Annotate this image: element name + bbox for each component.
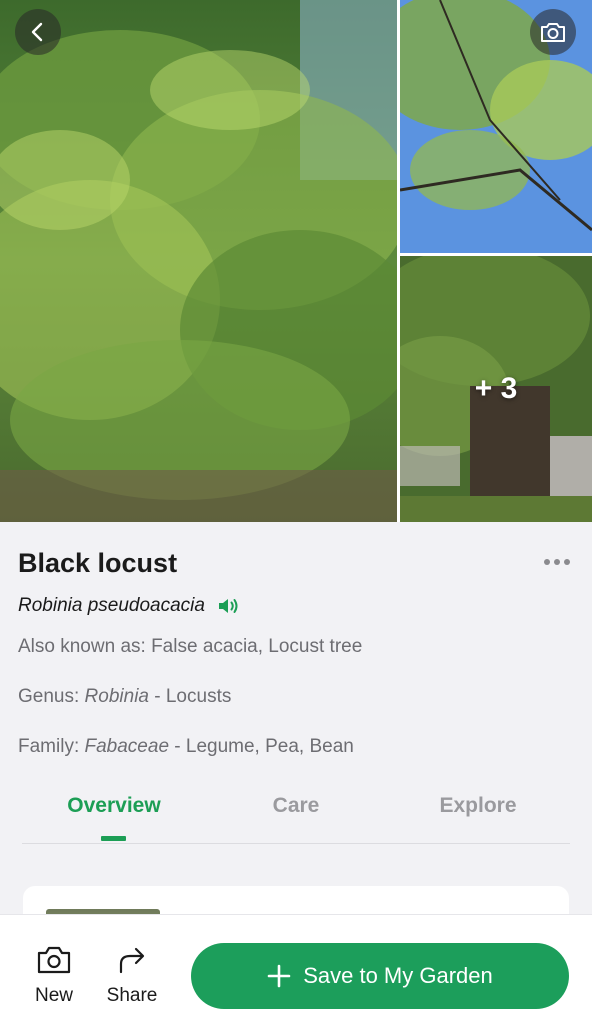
- speaker-icon[interactable]: [217, 596, 241, 616]
- back-button[interactable]: [15, 9, 61, 55]
- thumbnail-photo-2[interactable]: + 3: [400, 256, 592, 522]
- more-photos-count[interactable]: + 3: [400, 256, 592, 522]
- tab-explore[interactable]: Explore: [439, 794, 516, 818]
- section-tabs: Overview Care Explore: [22, 790, 570, 844]
- camera-icon: [541, 23, 565, 42]
- active-tab-indicator: [101, 836, 126, 841]
- plant-common-name: Black locust: [18, 548, 178, 578]
- save-to-garden-button[interactable]: Save to My Garden: [191, 943, 569, 1009]
- also-known-as: Also known as: False acacia, Locust tree: [18, 636, 363, 657]
- plus-icon: [267, 964, 291, 988]
- scientific-name: Robinia pseudoacacia: [18, 595, 205, 616]
- save-label: Save to My Garden: [303, 963, 493, 988]
- more-options-button[interactable]: [540, 552, 574, 572]
- family-name: Fabaceae: [84, 736, 170, 757]
- more-horizontal-icon: [544, 559, 550, 565]
- camera-button[interactable]: [530, 9, 576, 55]
- share-button[interactable]: Share: [100, 945, 164, 1007]
- new-label: New: [34, 985, 73, 1006]
- scientific-name-row: Robinia pseudoacacia: [18, 595, 241, 617]
- camera-icon: [37, 946, 71, 974]
- bottom-action-bar: New Share Save to My Garden: [0, 914, 592, 1024]
- tab-care[interactable]: Care: [273, 794, 320, 818]
- chevron-left-icon: [31, 22, 43, 42]
- genus-name: Robinia: [84, 686, 149, 707]
- family-line: Family: Fabaceae - Legume, Pea, Bean: [18, 736, 354, 757]
- new-button[interactable]: New: [22, 945, 86, 1007]
- main-photo[interactable]: [0, 0, 397, 522]
- photo-gallery: + 3: [0, 0, 592, 522]
- share-arrow-icon: [119, 947, 145, 974]
- tab-overview[interactable]: Overview: [67, 794, 160, 818]
- plant-info: Black locust Robinia pseudoacacia Also k…: [0, 522, 592, 946]
- share-label: Share: [106, 985, 158, 1006]
- genus-line: Genus: Robinia - Locusts: [18, 686, 232, 707]
